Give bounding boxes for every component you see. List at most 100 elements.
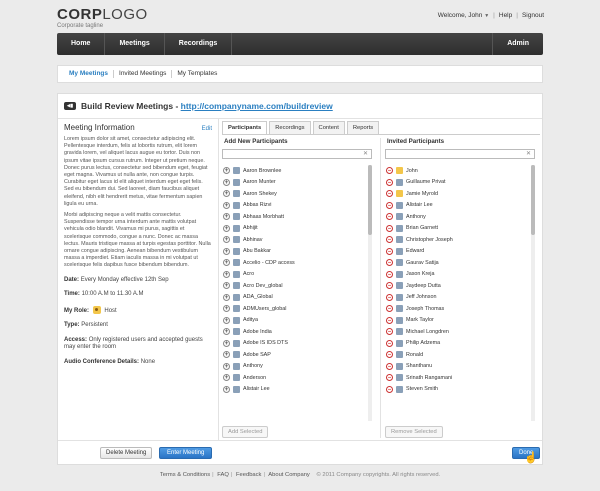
list-item[interactable]: – Steven Smith: [385, 384, 535, 396]
clear-icon[interactable]: ✕: [526, 150, 531, 159]
remove-selected-button[interactable]: Remove Selected: [385, 426, 443, 438]
add-icon[interactable]: +: [223, 316, 230, 324]
remove-icon[interactable]: –: [386, 385, 393, 393]
subnav-my-meetings[interactable]: My Meetings: [64, 70, 115, 78]
add-selected-button[interactable]: Add Selected: [222, 426, 269, 438]
terms-link[interactable]: Terms & Conditions: [160, 472, 210, 478]
signout-link[interactable]: Signout: [522, 12, 544, 19]
list-item[interactable]: – Mark Taylor: [385, 315, 535, 327]
list-item[interactable]: + Anthony: [222, 361, 372, 373]
list-item[interactable]: + Abhinav: [222, 234, 372, 246]
list-item[interactable]: + Adobe India: [222, 326, 372, 338]
add-icon[interactable]: +: [223, 282, 230, 290]
delete-meeting-button[interactable]: Delete Meeting: [100, 447, 153, 459]
list-item[interactable]: – Joseph Thomas: [385, 303, 535, 315]
add-icon[interactable]: +: [223, 374, 230, 382]
add-icon[interactable]: +: [223, 247, 230, 255]
list-item[interactable]: – Gaurav Satija: [385, 257, 535, 269]
list-item[interactable]: + Aaron Munter: [222, 177, 372, 189]
welcome-menu[interactable]: Welcome, John ▼: [438, 12, 489, 19]
remove-icon[interactable]: –: [386, 201, 393, 209]
add-icon[interactable]: +: [223, 351, 230, 359]
list-item[interactable]: – Jeff Johnson: [385, 292, 535, 304]
list-item[interactable]: + Aaron Brownlee: [222, 165, 372, 177]
list-item[interactable]: + Adobe SAP: [222, 349, 372, 361]
remove-icon[interactable]: –: [386, 293, 393, 301]
add-icon[interactable]: +: [223, 201, 230, 209]
add-search-input[interactable]: ✕: [222, 149, 372, 159]
remove-icon[interactable]: –: [386, 190, 393, 198]
remove-icon[interactable]: –: [386, 351, 393, 359]
add-participants-list[interactable]: + Aaron Brownlee + Aaron Munter + Aaron Sheke…: [222, 165, 372, 421]
list-item[interactable]: – Edward: [385, 246, 535, 258]
add-icon[interactable]: +: [223, 339, 230, 347]
clear-icon[interactable]: ✕: [363, 150, 368, 159]
add-icon[interactable]: +: [223, 270, 230, 278]
scrollbar-track[interactable]: [531, 165, 535, 421]
list-item[interactable]: + Abhijit: [222, 223, 372, 235]
list-item[interactable]: + Abu Bakkar: [222, 246, 372, 258]
list-item[interactable]: – Srinath Rangamani: [385, 372, 535, 384]
list-item[interactable]: – Michael Longdren: [385, 326, 535, 338]
list-item[interactable]: – Jason Kreja: [385, 269, 535, 281]
remove-icon[interactable]: –: [386, 374, 393, 382]
list-item[interactable]: + Aditya: [222, 315, 372, 327]
list-item[interactable]: + Aaron Shekey: [222, 188, 372, 200]
list-item[interactable]: + ADA_Global: [222, 292, 372, 304]
list-item[interactable]: – Jaydeep Dutta: [385, 280, 535, 292]
list-item[interactable]: – Philip Adzema: [385, 338, 535, 350]
add-icon[interactable]: +: [223, 305, 230, 313]
list-item[interactable]: + Acro Dev_global: [222, 280, 372, 292]
feedback-link[interactable]: Feedback: [236, 472, 261, 478]
logo[interactable]: CORPLOGO Corporate tagline: [57, 7, 148, 29]
remove-icon[interactable]: –: [386, 167, 393, 175]
tab-recordings[interactable]: Recordings: [269, 121, 311, 134]
list-item[interactable]: – Jamie Myrold: [385, 188, 535, 200]
remove-icon[interactable]: –: [386, 305, 393, 313]
list-item[interactable]: + Abhaas Morbhatt: [222, 211, 372, 223]
faq-link[interactable]: FAQ: [217, 472, 229, 478]
add-icon[interactable]: +: [223, 293, 230, 301]
list-item[interactable]: – John: [385, 165, 535, 177]
remove-icon[interactable]: –: [386, 178, 393, 186]
about-link[interactable]: About Company: [268, 472, 310, 478]
nav-home[interactable]: Home: [57, 33, 106, 55]
add-icon[interactable]: +: [223, 224, 230, 232]
list-item[interactable]: – Alistair Lee: [385, 200, 535, 212]
subnav-my-templates[interactable]: My Templates: [172, 70, 222, 78]
list-item[interactable]: + ADMUsers_global: [222, 303, 372, 315]
help-link[interactable]: Help: [499, 12, 512, 19]
add-icon[interactable]: +: [223, 213, 230, 221]
list-item[interactable]: + Adobe IS IDS DTS: [222, 338, 372, 350]
list-item[interactable]: + Anderson: [222, 372, 372, 384]
back-button[interactable]: ◀▮: [64, 102, 76, 110]
invited-search-input[interactable]: ✕: [385, 149, 535, 159]
add-icon[interactable]: +: [223, 236, 230, 244]
add-icon[interactable]: +: [223, 328, 230, 336]
add-icon[interactable]: +: [223, 178, 230, 186]
nav-recordings[interactable]: Recordings: [165, 33, 233, 55]
list-item[interactable]: + Abbas Rizvi: [222, 200, 372, 212]
tab-reports[interactable]: Reports: [346, 121, 380, 134]
list-item[interactable]: + Accelio - CDP access: [222, 257, 372, 269]
scrollbar-track[interactable]: [368, 165, 372, 421]
nav-meetings[interactable]: Meetings: [105, 33, 165, 55]
list-item[interactable]: – Christopher Joseph: [385, 234, 535, 246]
add-icon[interactable]: +: [223, 190, 230, 198]
remove-icon[interactable]: –: [386, 328, 393, 336]
add-icon[interactable]: +: [223, 362, 230, 370]
list-item[interactable]: – Ronald: [385, 349, 535, 361]
nav-admin[interactable]: Admin: [492, 33, 543, 55]
scrollbar-thumb[interactable]: [531, 165, 535, 235]
subnav-invited-meetings[interactable]: Invited Meetings: [114, 70, 173, 78]
enter-meeting-button[interactable]: Enter Meeting: [159, 447, 213, 459]
list-item[interactable]: – Anthony: [385, 211, 535, 223]
add-icon[interactable]: +: [223, 167, 230, 175]
remove-icon[interactable]: –: [386, 316, 393, 324]
remove-icon[interactable]: –: [386, 213, 393, 221]
remove-icon[interactable]: –: [386, 259, 393, 267]
add-icon[interactable]: +: [223, 259, 230, 267]
list-item[interactable]: – Guillaume Privat: [385, 177, 535, 189]
remove-icon[interactable]: –: [386, 247, 393, 255]
remove-icon[interactable]: –: [386, 224, 393, 232]
